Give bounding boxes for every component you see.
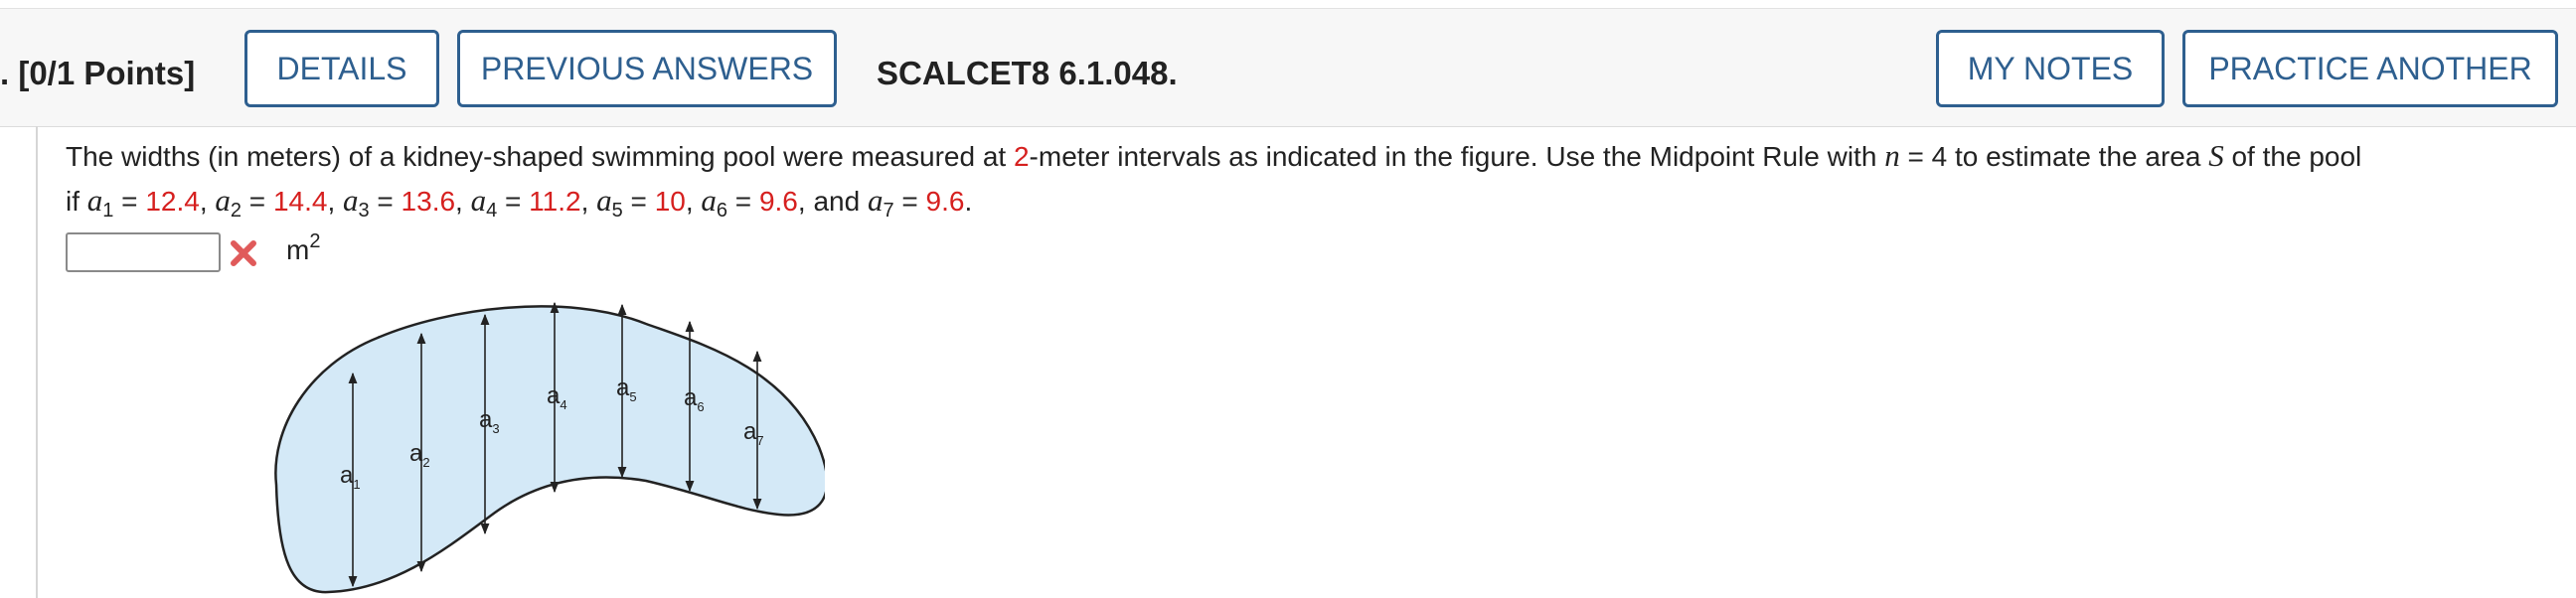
- unit-base: m: [286, 234, 310, 265]
- measurement-sub: 3: [358, 200, 370, 222]
- measurement-var: a: [343, 183, 359, 218]
- measurement-a6: a6 = 9.6: [701, 183, 798, 222]
- measurement-sub: 2: [230, 200, 242, 222]
- question-text-part: of the pool: [2223, 141, 2362, 172]
- s-variable: S: [2208, 138, 2224, 173]
- measurement-sub: 7: [883, 200, 894, 222]
- question-line-1: The widths (in meters) of a kidney-shape…: [66, 134, 2550, 179]
- measurement-var: a: [867, 183, 884, 218]
- question-header: . [0/1 Points] DETAILS PREVIOUS ANSWERS …: [0, 8, 2576, 127]
- measurement-value: 11.2: [529, 186, 581, 217]
- measurement-a3: a3 = 13.6: [343, 183, 456, 222]
- my-notes-button[interactable]: MY NOTES: [1936, 30, 2165, 107]
- question-text-part: The widths (in meters) of a kidney-shape…: [66, 141, 1014, 172]
- practice-another-button[interactable]: PRACTICE ANOTHER: [2182, 30, 2558, 107]
- measurement-var: a: [596, 183, 612, 218]
- question-text-part: = 4 to estimate the area: [1899, 141, 2209, 172]
- answer-unit: m2: [286, 231, 320, 266]
- question-text-part: -meter intervals as indicated in the fig…: [1029, 141, 1885, 172]
- measurement-var: a: [701, 183, 717, 218]
- measurement-value: 14.4: [272, 186, 328, 217]
- measurement-value: 9.6: [758, 186, 798, 217]
- question-text: The widths (in meters) of a kidney-shape…: [66, 134, 2550, 224]
- measurement-value: 10: [654, 186, 686, 217]
- measurement-var: a: [215, 183, 231, 218]
- measurement-sub: 4: [486, 200, 498, 222]
- pool-outline: [274, 305, 825, 594]
- measurement-sub: 6: [716, 200, 728, 222]
- question-id: SCALCET8 6.1.048.: [877, 55, 1178, 91]
- measurement-a7: a7 = 9.6: [867, 183, 965, 222]
- n-variable: n: [1884, 138, 1900, 173]
- question-left-rule: [36, 126, 38, 598]
- previous-answers-button[interactable]: PREVIOUS ANSWERS: [457, 30, 837, 107]
- question-line-2: if a1 = 12.4, a2 = 14.4, a3 = 13.6, a4 =…: [66, 183, 973, 222]
- answer-input[interactable]: [66, 232, 221, 272]
- measurement-a2: a2 = 14.4: [215, 183, 328, 222]
- measurement-a4: a4 = 11.2: [470, 183, 581, 222]
- measurement-value: 9.6: [925, 186, 965, 217]
- interval-value: 2: [1013, 141, 1030, 172]
- question-text-part: and: [813, 186, 861, 217]
- measurement-var: a: [470, 183, 487, 218]
- unit-exponent: 2: [309, 230, 321, 252]
- question-text-part: if: [66, 186, 87, 217]
- incorrect-x-icon: [231, 240, 256, 266]
- pool-figure: a1 a2 a3 a4 a5 a6 a7: [274, 301, 825, 594]
- points-status: . [0/1 Points]: [0, 55, 196, 91]
- measurement-var: a: [86, 183, 103, 218]
- measurement-a5: a5 = 10: [596, 183, 686, 222]
- details-button[interactable]: DETAILS: [244, 30, 439, 107]
- measurement-a1: a1 = 12.4: [86, 183, 200, 222]
- measurement-value: 12.4: [145, 186, 200, 217]
- measurement-sub: 1: [102, 200, 114, 222]
- measurement-sub: 5: [611, 200, 623, 222]
- measurement-value: 13.6: [401, 186, 456, 217]
